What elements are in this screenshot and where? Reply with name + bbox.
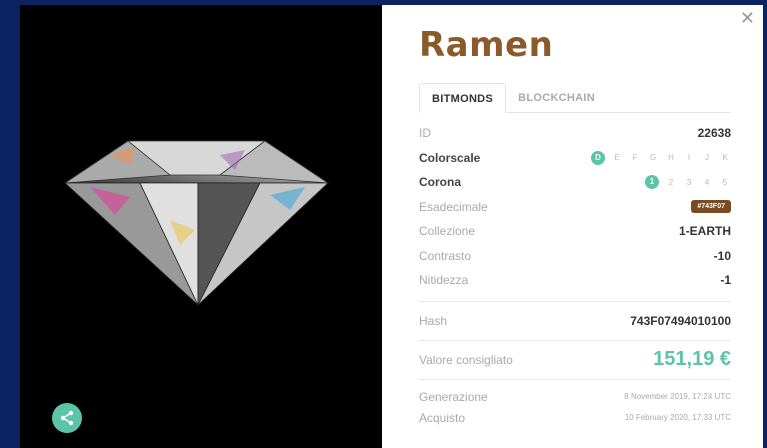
share-button[interactable] xyxy=(52,403,82,433)
id-value: 22638 xyxy=(697,126,731,141)
collection-value: 1-EARTH xyxy=(678,224,731,239)
detail-row-id: ID 22638 xyxy=(419,121,731,146)
tab-bitmonds[interactable]: BITMONDS xyxy=(419,83,507,113)
tab-bar: BITMONDS BLOCKCHAIN xyxy=(419,83,731,113)
detail-row-contrast: Contrasto -10 xyxy=(419,244,731,269)
detail-row-hash: Hash 743F07494010100 xyxy=(419,302,731,340)
hash-label: Hash xyxy=(419,313,448,328)
corona-option[interactable]: 2 xyxy=(665,178,677,187)
suggested-value-label: Valore consigliato xyxy=(419,352,513,367)
suggested-value: 151,19 € xyxy=(653,348,731,370)
diamond-image xyxy=(63,140,330,306)
detail-row-purchase: Acquisto 10 February 2020, 17:33 UTC xyxy=(419,408,731,428)
colorscale-option[interactable]: G xyxy=(647,153,659,162)
colorscale-option[interactable]: K xyxy=(719,153,731,162)
product-title: Ramen xyxy=(419,25,554,65)
corona-option[interactable]: 1 xyxy=(645,175,659,190)
colorscale-option[interactable]: F xyxy=(629,153,641,162)
sharpness-value: -1 xyxy=(720,273,731,288)
detail-row-generation: Generazione 8 November 2019, 17:24 UTC xyxy=(419,386,731,408)
corona-selector: 1 2 3 4 5 xyxy=(645,175,731,190)
corona-label: Corona xyxy=(419,175,461,190)
corona-option[interactable]: 5 xyxy=(719,178,731,187)
contrast-value: -10 xyxy=(713,248,731,263)
details-panel: ✕ Ramen BITMONDS BLOCKCHAIN ID 22638 Col… xyxy=(382,5,763,448)
close-icon[interactable]: ✕ xyxy=(740,9,755,27)
details-list: ID 22638 Colorscale D E F G H I J K Coro… xyxy=(419,121,731,428)
share-icon xyxy=(60,410,74,426)
colorscale-label: Colorscale xyxy=(419,150,481,165)
detail-row-colorscale: Colorscale D E F G H I J K xyxy=(419,146,731,171)
colorscale-option[interactable]: H xyxy=(665,153,677,162)
hash-value: 743F07494010100 xyxy=(630,313,731,328)
diamond-image-panel xyxy=(20,5,382,448)
detail-row-sharpness: Nitidezza -1 xyxy=(419,268,731,293)
generation-value: 8 November 2019, 17:24 UTC xyxy=(624,392,731,401)
detail-row-corona: Corona 1 2 3 4 5 xyxy=(419,170,731,195)
bitmond-detail-modal: ✕ Ramen BITMONDS BLOCKCHAIN ID 22638 Col… xyxy=(20,5,763,448)
colorscale-option[interactable]: J xyxy=(701,153,713,162)
tab-blockchain[interactable]: BLOCKCHAIN xyxy=(506,83,607,112)
colorscale-option[interactable]: D xyxy=(591,150,605,165)
purchase-label: Acquisto xyxy=(419,410,466,425)
detail-row-suggested-value: Valore consigliato 151,19 € xyxy=(419,341,731,379)
generation-label: Generazione xyxy=(419,389,488,404)
detail-row-hex: Esadecimale #743F07 xyxy=(419,195,731,220)
id-label: ID xyxy=(419,126,431,141)
divider xyxy=(419,378,731,380)
detail-row-collection: Collezione 1-EARTH xyxy=(419,219,731,244)
colorscale-option[interactable]: E xyxy=(611,153,623,162)
corona-option[interactable]: 3 xyxy=(683,178,695,187)
corona-option[interactable]: 4 xyxy=(701,178,713,187)
hex-label: Esadecimale xyxy=(419,199,488,214)
collection-label: Collezione xyxy=(419,224,476,239)
sharpness-label: Nitidezza xyxy=(419,273,469,288)
purchase-value: 10 February 2020, 17:33 UTC xyxy=(624,413,731,422)
colorscale-selector: D E F G H I J K xyxy=(591,150,731,165)
hex-badge: #743F07 xyxy=(691,200,731,214)
colorscale-option[interactable]: I xyxy=(683,153,695,162)
contrast-label: Contrasto xyxy=(419,248,472,263)
